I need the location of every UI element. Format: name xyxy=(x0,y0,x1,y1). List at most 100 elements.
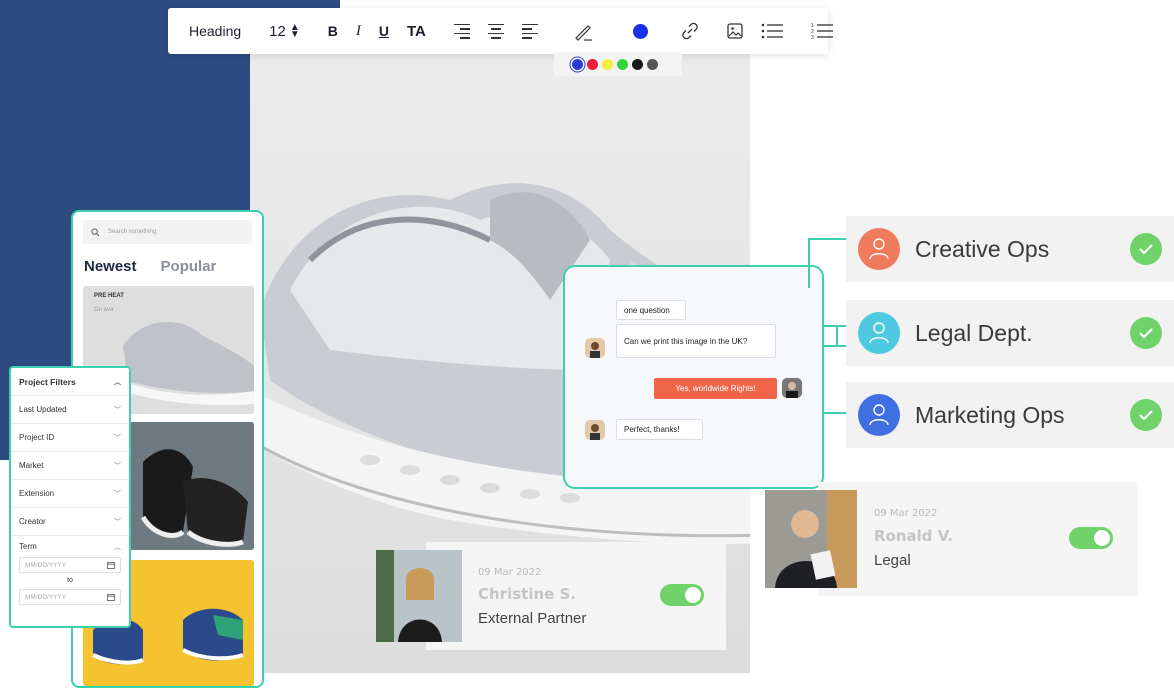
align-left-icon xyxy=(453,23,470,39)
filters-title: Project Filters xyxy=(19,376,76,387)
image-icon xyxy=(727,23,743,39)
user-access-toggle[interactable] xyxy=(1069,527,1113,549)
date-placeholder: MM/DD/YYYY xyxy=(25,593,67,601)
text-transform-button[interactable]: TA xyxy=(398,8,435,54)
user-access-toggle[interactable] xyxy=(660,584,704,606)
align-left-button[interactable] xyxy=(445,8,479,54)
svg-text:3: 3 xyxy=(811,35,814,40)
user-card-christine: 09 Mar 2022 Christine S. External Partne… xyxy=(426,542,726,650)
numbered-list-button[interactable]: 123 xyxy=(802,8,842,54)
chevron-down-icon: ﹀ xyxy=(114,406,121,414)
user-date: 09 Mar 2022 xyxy=(478,567,542,578)
filter-label: Market xyxy=(19,461,44,470)
tab-newest[interactable]: Newest xyxy=(84,258,137,275)
user-date: 09 Mar 2022 xyxy=(874,508,938,519)
connector-line xyxy=(824,345,846,347)
calendar-icon[interactable] xyxy=(107,593,115,601)
color-swatch[interactable] xyxy=(632,58,643,70)
heading-style-select[interactable]: Heading xyxy=(180,8,250,54)
numbered-list-icon: 123 xyxy=(811,23,833,40)
range-to-label: to xyxy=(67,577,73,584)
align-right-button[interactable] xyxy=(513,8,547,54)
end-date-field[interactable]: MM/DD/YYYY xyxy=(19,589,121,605)
search-placeholder: Search something xyxy=(108,229,157,235)
user-role: Legal xyxy=(874,552,911,569)
color-swatch[interactable] xyxy=(647,58,658,70)
feed-tabs: Newest Popular xyxy=(84,258,262,275)
bullet-list-icon xyxy=(761,23,783,39)
filter-market[interactable]: Market ﹀ xyxy=(11,452,129,480)
link-icon xyxy=(682,22,698,40)
chat-message-incoming: Perfect, thanks! xyxy=(616,419,703,440)
chat-message-incoming: one question xyxy=(616,300,686,320)
search-bar[interactable]: Search something xyxy=(83,220,252,244)
search-icon xyxy=(91,227,100,236)
color-swatch[interactable] xyxy=(587,58,598,70)
color-palette xyxy=(554,52,682,76)
chevron-down-icon: ﹀ xyxy=(114,462,121,470)
user-icon xyxy=(858,228,900,270)
chevron-down-icon: ﹀ xyxy=(114,490,121,498)
text-editor-toolbar: Heading 12 ▲ ▼ B I U TA 123 xyxy=(168,8,833,54)
checkmark-icon[interactable] xyxy=(1130,233,1162,265)
font-size-stepper[interactable]: 12 ▲ ▼ xyxy=(260,8,309,54)
filter-label: Extension xyxy=(19,489,55,498)
user-card-ronald: 09 Mar 2022 Ronald V. Legal xyxy=(818,482,1138,596)
term-header[interactable]: Term ︿ xyxy=(19,542,121,552)
text-color-button[interactable] xyxy=(619,8,662,54)
team-label: Marketing Ops xyxy=(915,401,1065,428)
start-date-field[interactable]: MM/DD/YYYY xyxy=(19,557,121,573)
bold-button[interactable]: B xyxy=(319,8,347,54)
align-center-button[interactable] xyxy=(479,8,513,54)
bullet-list-button[interactable] xyxy=(752,8,792,54)
user-photo-ronald xyxy=(765,490,857,588)
chevron-down-icon: ﹀ xyxy=(114,434,121,442)
italic-button[interactable]: I xyxy=(347,8,370,54)
align-center-icon xyxy=(487,23,504,39)
filter-project-id[interactable]: Project ID ﹀ xyxy=(11,424,129,452)
date-placeholder: MM/DD/YYYY xyxy=(25,561,67,569)
checkmark-icon[interactable] xyxy=(1130,399,1162,431)
stepper-arrows-icon[interactable]: ▲ ▼ xyxy=(290,23,300,40)
user-role: External Partner xyxy=(478,610,587,627)
pen-icon xyxy=(575,25,592,41)
chat-message-incoming: Can we print this image in the UK? xyxy=(616,324,776,358)
team-label: Legal Dept. xyxy=(915,319,1033,346)
current-color-swatch xyxy=(632,23,648,39)
connector-line xyxy=(808,238,846,288)
filter-extension[interactable]: Extension ﹀ xyxy=(11,480,129,508)
filter-label: Project ID xyxy=(19,433,55,442)
filters-header[interactable]: Project Filters ︿ xyxy=(11,368,129,396)
link-button[interactable] xyxy=(672,8,708,54)
user-photo-christine xyxy=(376,550,462,642)
user-name: Ronald V. xyxy=(874,527,954,545)
filter-creator[interactable]: Creator ﹀ xyxy=(11,508,129,536)
tab-popular[interactable]: Popular xyxy=(161,258,217,275)
color-swatch[interactable] xyxy=(572,58,583,70)
avatar xyxy=(585,338,605,358)
chat-message-outgoing: Yes, worldwide Rights! xyxy=(654,378,777,399)
calendar-icon[interactable] xyxy=(107,561,115,569)
filter-last-updated[interactable]: Last Updated ﹀ xyxy=(11,396,129,424)
underline-button[interactable]: U xyxy=(370,8,398,54)
avatar xyxy=(585,420,605,440)
team-label: Creative Ops xyxy=(915,235,1050,262)
user-icon xyxy=(858,312,900,354)
pen-button[interactable] xyxy=(557,8,609,54)
user-name: Christine S. xyxy=(478,585,577,603)
team-tag-creative-ops[interactable]: Creative Ops xyxy=(846,216,1174,282)
connector-line xyxy=(836,325,838,345)
connector-line xyxy=(824,412,846,414)
chevron-down-icon: ﹀ xyxy=(114,518,121,526)
color-swatch[interactable] xyxy=(602,58,613,70)
team-tag-legal-dept[interactable]: Legal Dept. xyxy=(846,300,1174,366)
filter-term: Term ︿ MM/DD/YYYY to MM/DD/YYYY xyxy=(11,536,129,611)
user-icon xyxy=(858,394,900,436)
insert-image-button[interactable] xyxy=(718,8,752,54)
font-size-value: 12 xyxy=(269,22,286,40)
filter-label: Creator xyxy=(19,517,46,526)
team-tag-marketing-ops[interactable]: Marketing Ops xyxy=(846,382,1174,448)
color-swatch[interactable] xyxy=(617,58,628,70)
card-title: PRE HEAT xyxy=(94,293,124,299)
checkmark-icon[interactable] xyxy=(1130,317,1162,349)
